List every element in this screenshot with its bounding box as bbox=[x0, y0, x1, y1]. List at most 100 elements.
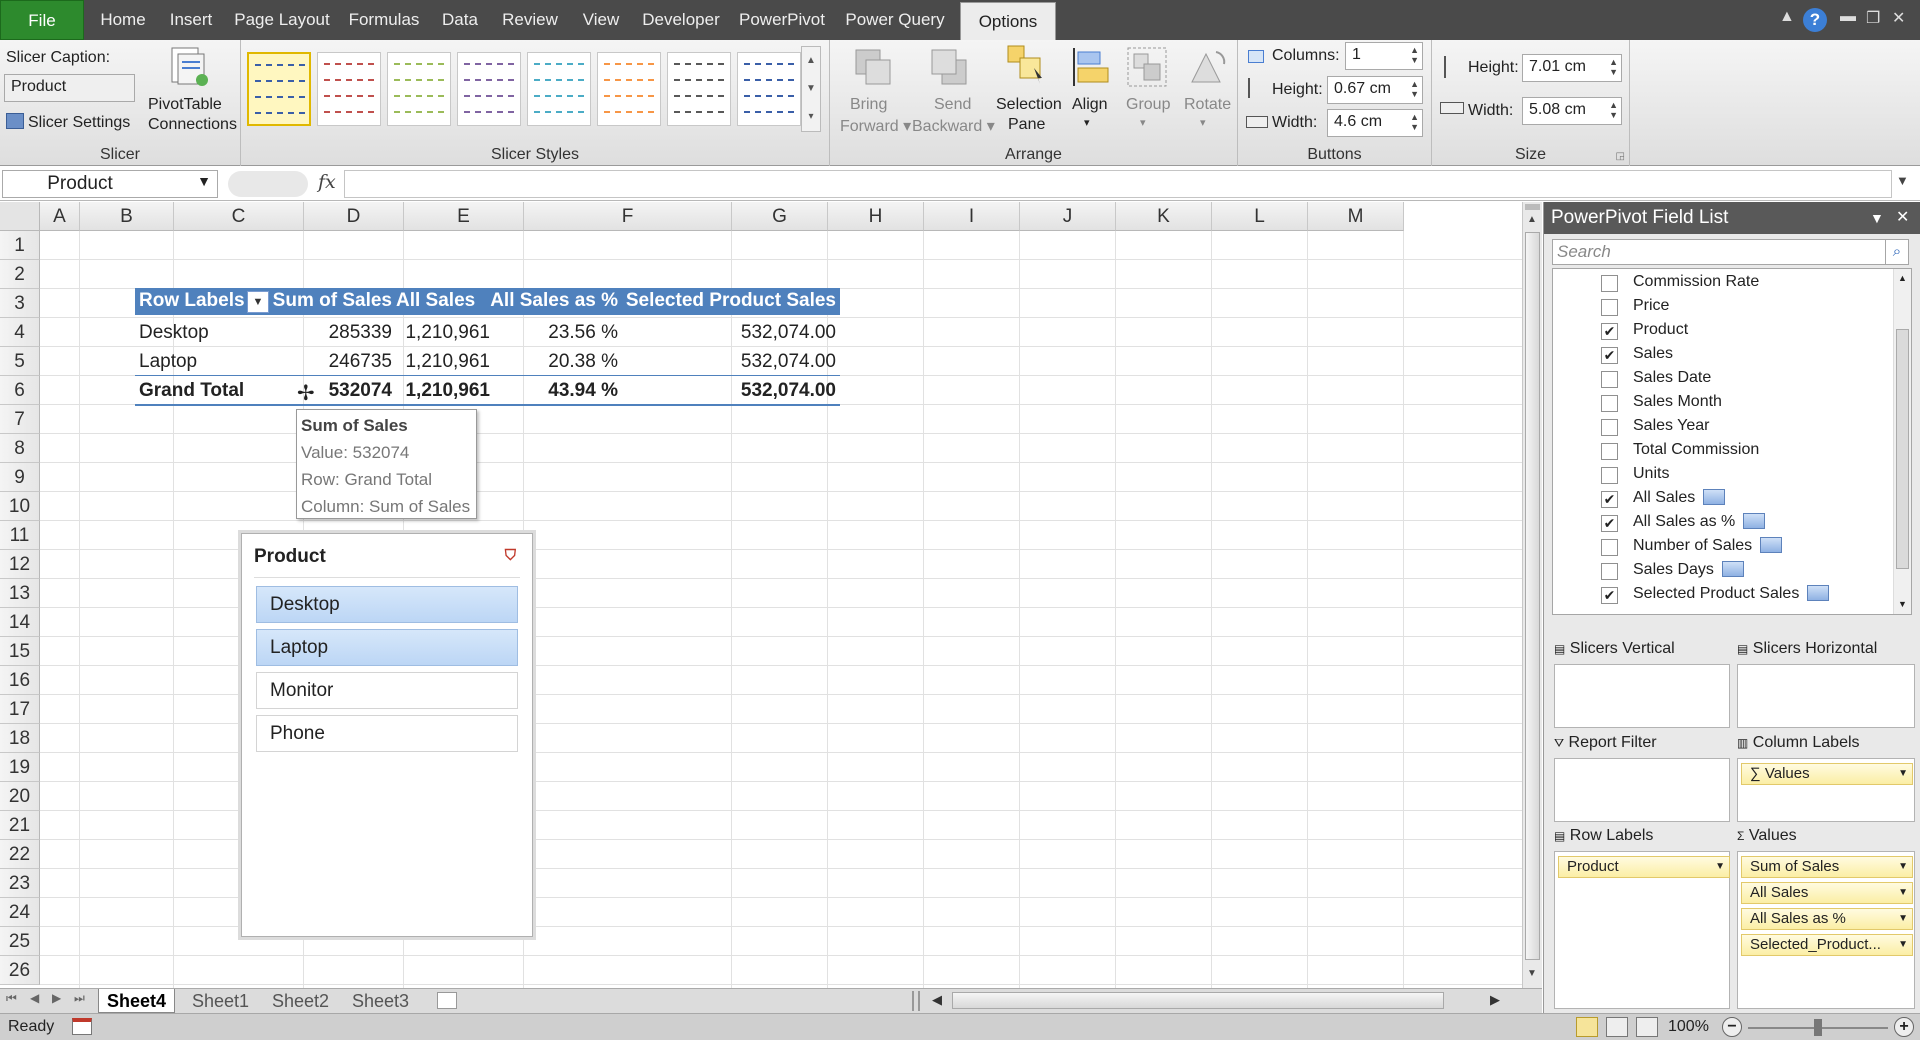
slicer-style-8[interactable] bbox=[737, 52, 801, 126]
all-sales-pct-header[interactable]: All Sales as % bbox=[476, 290, 618, 312]
tab-home[interactable]: Home bbox=[90, 0, 156, 40]
row-header-3[interactable]: 3 bbox=[0, 289, 40, 318]
field-checkbox[interactable] bbox=[1601, 419, 1618, 436]
select-all-corner[interactable] bbox=[0, 202, 40, 231]
row-header-6[interactable]: 6 bbox=[0, 376, 40, 405]
minimize-icon[interactable]: ▬ bbox=[1840, 8, 1856, 26]
field-checkbox[interactable]: ✔ bbox=[1601, 323, 1618, 340]
row-header-1[interactable]: 1 bbox=[0, 231, 40, 260]
field-checkbox[interactable]: ✔ bbox=[1601, 587, 1618, 604]
pivot-cell-sum-of-sales[interactable]: 285339 bbox=[272, 322, 392, 344]
field-scroll-up-icon[interactable]: ▲ bbox=[1898, 273, 1907, 283]
grand-total-sum-of-sales[interactable]: 532074 bbox=[272, 380, 392, 402]
pivot-cell-all-sales-pct[interactable]: 23.56 % bbox=[494, 322, 618, 344]
worksheet-grid[interactable]: ABCDEFGHIJKLM 1 2 3 4 5 6 7 8 9 10 11 12 13 14 15 16 17 1… bbox=[0, 202, 1522, 988]
slicer-style-2[interactable] bbox=[317, 52, 381, 126]
sheet-nav-last-icon[interactable]: ⏭ bbox=[74, 991, 85, 1006]
field-search-input[interactable]: Search bbox=[1552, 239, 1886, 265]
align-button[interactable]: Align ▾ bbox=[1066, 44, 1118, 140]
tab-view[interactable]: View bbox=[576, 0, 626, 40]
search-icon[interactable]: ⌕ bbox=[1885, 239, 1909, 265]
column-header-m[interactable]: M bbox=[1308, 202, 1404, 231]
field-checkbox[interactable] bbox=[1601, 395, 1618, 412]
button-width-input[interactable]: 4.6 cm ▲ ▼ bbox=[1327, 109, 1423, 137]
pivot-cell-selected-product-sales[interactable]: 532,074.00 bbox=[622, 322, 836, 344]
slicer-style-6[interactable] bbox=[597, 52, 661, 126]
row-header-19[interactable]: 19 bbox=[0, 753, 40, 782]
clear-filter-icon[interactable]: ⛉ bbox=[505, 547, 516, 564]
split-handle[interactable] bbox=[1525, 204, 1540, 210]
field-checkbox[interactable] bbox=[1601, 299, 1618, 316]
vertical-scroll-thumb[interactable] bbox=[1525, 232, 1540, 960]
row-header-5[interactable]: 5 bbox=[0, 347, 40, 376]
pivot-cell-all-sales[interactable]: 1,210,961 bbox=[396, 351, 490, 373]
grand-total-label[interactable]: Grand Total bbox=[139, 380, 244, 402]
field-item[interactable]: Selected Product Sales bbox=[1633, 585, 1830, 603]
tab-power-query[interactable]: Power Query bbox=[840, 0, 950, 40]
field-checkbox[interactable] bbox=[1601, 539, 1618, 556]
field-item[interactable]: Number of Sales bbox=[1633, 537, 1783, 555]
pivot-cell-row-label[interactable]: Laptop bbox=[139, 351, 197, 373]
tab-powerpivot[interactable]: PowerPivot bbox=[734, 0, 830, 40]
columns-input[interactable]: 1 ▲ ▼ bbox=[1345, 42, 1423, 70]
slicer-style-5[interactable] bbox=[527, 52, 591, 126]
zone-field-pill[interactable]: Sum of Sales ▼ bbox=[1741, 856, 1913, 878]
tab-file[interactable]: File bbox=[0, 0, 84, 40]
page-layout-view-icon[interactable] bbox=[1606, 1017, 1628, 1037]
field-list[interactable]: Commission Rate Price ✔ Product ✔ Sales Sales … bbox=[1552, 268, 1912, 615]
slicer-style-4[interactable] bbox=[457, 52, 521, 126]
pivot-cell-row-label[interactable]: Desktop bbox=[139, 322, 209, 344]
field-checkbox[interactable] bbox=[1601, 275, 1618, 292]
field-checkbox[interactable]: ✔ bbox=[1601, 347, 1618, 364]
name-box[interactable]: Product ▼ bbox=[2, 170, 218, 198]
values-zone[interactable]: Sum of Sales ▼ All Sales ▼ All Sales as % ▼ Se… bbox=[1737, 851, 1915, 1009]
column-header-f[interactable]: F bbox=[524, 202, 732, 231]
tab-formulas[interactable]: Formulas bbox=[344, 0, 424, 40]
all-sales-header[interactable]: All Sales bbox=[396, 290, 475, 312]
column-header-j[interactable]: J bbox=[1020, 202, 1116, 231]
formula-input[interactable] bbox=[344, 170, 1892, 198]
zone-field-pill[interactable]: All Sales ▼ bbox=[1741, 882, 1913, 904]
slicer-item-laptop[interactable]: Laptop bbox=[256, 629, 518, 666]
slicer-caption-input[interactable]: Product bbox=[4, 74, 135, 102]
column-labels-zone[interactable]: ∑ Values ▼ bbox=[1737, 758, 1915, 822]
slicer-item-desktop[interactable]: Desktop bbox=[256, 586, 518, 623]
field-item[interactable]: Units bbox=[1633, 465, 1669, 483]
sheet-nav-next-icon[interactable]: ▶ bbox=[52, 991, 61, 1005]
column-header-g[interactable]: G bbox=[732, 202, 828, 231]
field-checkbox[interactable]: ✔ bbox=[1601, 515, 1618, 532]
pivottable-connections-button[interactable]: PivotTable Connections bbox=[144, 44, 237, 140]
size-dialog-launcher-icon[interactable]: ◲ bbox=[1616, 151, 1625, 162]
report-filter-zone[interactable] bbox=[1554, 758, 1730, 822]
column-header-d[interactable]: D bbox=[304, 202, 404, 231]
sheet-nav-first-icon[interactable]: ⏮ bbox=[6, 991, 17, 1006]
pivot-cell-selected-product-sales[interactable]: 532,074.00 bbox=[622, 351, 836, 373]
sheet-tab-sheet4[interactable]: Sheet4 bbox=[98, 989, 176, 1013]
sheet-nav-prev-icon[interactable]: ◀ bbox=[30, 991, 39, 1005]
row-labels-header[interactable]: Row Labels bbox=[139, 290, 245, 312]
sheet-tab-sheet3[interactable]: Sheet3 bbox=[344, 989, 417, 1013]
tab-review[interactable]: Review bbox=[494, 0, 566, 40]
row-labels-filter-icon[interactable]: ▼ bbox=[247, 291, 269, 313]
normal-view-icon[interactable] bbox=[1576, 1017, 1598, 1037]
field-item[interactable]: Commission Rate bbox=[1633, 273, 1759, 291]
grand-total-all-sales[interactable]: 1,210,961 bbox=[396, 380, 490, 402]
field-item[interactable]: Sales bbox=[1633, 345, 1673, 363]
row-header-4[interactable]: 4 bbox=[0, 318, 40, 347]
grand-total-selected-product-sales[interactable]: 532,074.00 bbox=[622, 380, 836, 402]
row-header-10[interactable]: 10 bbox=[0, 492, 40, 521]
horizontal-scroll-thumb[interactable] bbox=[952, 992, 1444, 1009]
zoom-level[interactable]: 100% bbox=[1668, 1018, 1709, 1036]
row-header-23[interactable]: 23 bbox=[0, 869, 40, 898]
insert-function-icon[interactable]: fx bbox=[318, 171, 336, 193]
selected-product-sales-header[interactable]: Selected Product Sales bbox=[622, 290, 836, 312]
scroll-down-icon[interactable]: ▼ bbox=[1527, 968, 1537, 979]
expand-formula-bar-icon[interactable]: ▼ bbox=[1896, 173, 1909, 188]
row-header-24[interactable]: 24 bbox=[0, 898, 40, 927]
slicers-horizontal-zone[interactable] bbox=[1737, 664, 1915, 728]
field-checkbox[interactable]: ✔ bbox=[1601, 491, 1618, 508]
row-header-13[interactable]: 13 bbox=[0, 579, 40, 608]
slicer-style-1[interactable] bbox=[247, 52, 311, 126]
slicer-style-3[interactable] bbox=[387, 52, 451, 126]
sheet-tab-sheet1[interactable]: Sheet1 bbox=[184, 989, 257, 1013]
